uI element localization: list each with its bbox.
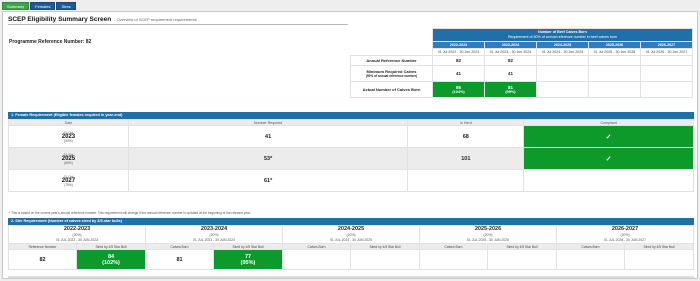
summary-dates: 01 Jul 2023 - 30 Jun 2024 (484, 48, 537, 56)
summary-year: 2024-2025 (536, 41, 589, 49)
actual-born-value: 85 (104%) (432, 81, 485, 98)
summary-header: Number of Beef Calves Born Requirement o… (432, 28, 693, 42)
actual-born-value (640, 81, 693, 98)
sire-left-value (419, 249, 488, 270)
page-header: SCEP Eligibility Summary Screen - Overvie… (8, 16, 348, 25)
actual-born-value (536, 81, 589, 98)
sire-right-value (487, 249, 557, 270)
summary-year: 2025-2026 (588, 41, 641, 49)
page-subtitle: - Overview of SCEP requirement requireme… (114, 17, 197, 22)
annual-reference-value: 82 (432, 55, 485, 66)
sire-year: 2022-2023 (8, 225, 146, 233)
sire-right-value (350, 249, 420, 270)
female-number-required: 53* (127, 147, 409, 170)
sire-left-value (282, 249, 351, 270)
female-row-date: 31-Oct 2027 (75%) (8, 169, 129, 192)
actual-born-pct: (104%) (452, 90, 465, 94)
female-requirement-note: * This is based on the current year's an… (9, 211, 251, 215)
min-required-value: 41 (432, 65, 485, 82)
summary-year: 2023-2024 (484, 41, 537, 49)
horizontal-scrollbar[interactable] (8, 276, 694, 278)
summary-header-sub: Requirement of 50% of annual reference n… (507, 35, 618, 39)
min-required-value (588, 65, 641, 82)
female-requirement-header: 1. Female Requirement (Eligible females … (8, 112, 694, 119)
programme-reference: Programme Reference Number: 82 (9, 39, 92, 45)
female-number-required: 41 (127, 125, 409, 148)
tab-bar: Summary Females Sires (2, 2, 76, 10)
summary-dates: 01 Jul 2024 - 30 Jun 2025 (536, 48, 589, 56)
summary-dates: 01 Jul 2026 - 30 Jun 2027 (640, 48, 693, 56)
min-required-sub: (50% of annual reference number) (365, 74, 418, 78)
min-required-value: 41 (484, 65, 537, 82)
tab-sires[interactable]: Sires (56, 2, 76, 10)
page-title-text: SCEP Eligibility Summary Screen (8, 16, 112, 23)
min-required-value (536, 65, 589, 82)
date-pct: (50%) (64, 138, 73, 143)
date-pct: (65%) (64, 160, 73, 165)
summary-corner (351, 29, 433, 56)
annual-reference-value (640, 55, 693, 66)
actual-born-pct: (99%) (505, 90, 516, 94)
sire-left-value: 82 (8, 249, 77, 270)
sire-right-pct: (95%) (240, 259, 256, 266)
female-in-herd: 68 (407, 125, 525, 148)
female-in-herd (407, 169, 525, 192)
date-pct: (75%) (64, 182, 73, 187)
female-in-herd: 101 (407, 147, 525, 170)
actual-born-value: 81 (99%) (484, 81, 537, 98)
main-panel: SCEP Eligibility Summary Screen - Overvie… (2, 11, 698, 279)
sire-right-value: 77 (95%) (213, 249, 283, 270)
compliant-check-icon: ✓ (523, 125, 694, 148)
summary-year: 2026-2027 (640, 41, 693, 49)
compliant-check-icon: ✓ (523, 147, 694, 170)
annual-reference-value (536, 55, 589, 66)
summary-table: Number of Beef Calves Born Requirement o… (350, 28, 693, 98)
sire-right-value (624, 249, 694, 270)
sire-right-pct: (102%) (102, 259, 120, 266)
min-required-label: Minimum Required Calves (50% of annual r… (350, 65, 433, 82)
sire-left-value: 81 (145, 249, 214, 270)
summary-year: 2022-2023 (432, 41, 485, 49)
annual-reference-value (588, 55, 641, 66)
female-requirement-table: Date Number Required In Herd Compliant 3… (8, 119, 694, 192)
sire-year: 2026-2027 (556, 225, 694, 233)
summary-dates: 01 Jul 2022 - 30 Jun 2023 (432, 48, 485, 56)
sire-left-value (556, 249, 625, 270)
female-number-required: 61* (127, 169, 409, 192)
annual-reference-label: Annual Reference Number (350, 55, 433, 66)
sire-requirement-header: 2. Sire Requirement (Number of calves si… (8, 218, 694, 225)
actual-born-label: Actual Number of Calves Born (350, 81, 433, 98)
sire-right-value: 84 (102%) (76, 249, 146, 270)
sire-year: 2025-2026 (419, 225, 557, 233)
title-divider (8, 24, 348, 25)
summary-dates: 01 Jul 2025 - 30 Jun 2026 (588, 48, 641, 56)
actual-born-value (588, 81, 641, 98)
sire-year: 2023-2024 (145, 225, 283, 233)
female-row-date: 31-Oct 2023 (50%) (8, 125, 129, 148)
female-row-date: 31-Oct 2025 (65%) (8, 147, 129, 170)
sire-requirement-table: 2022-2023 2023-2024 2024-2025 2025-2026 … (8, 225, 694, 270)
page-title: SCEP Eligibility Summary Screen - Overvie… (8, 16, 348, 23)
female-compliant-empty (523, 169, 694, 192)
tab-females[interactable]: Females (30, 2, 56, 10)
min-required-value (640, 65, 693, 82)
annual-reference-value: 82 (484, 55, 537, 66)
tab-summary[interactable]: Summary (2, 2, 30, 10)
sire-year: 2024-2025 (282, 225, 420, 233)
